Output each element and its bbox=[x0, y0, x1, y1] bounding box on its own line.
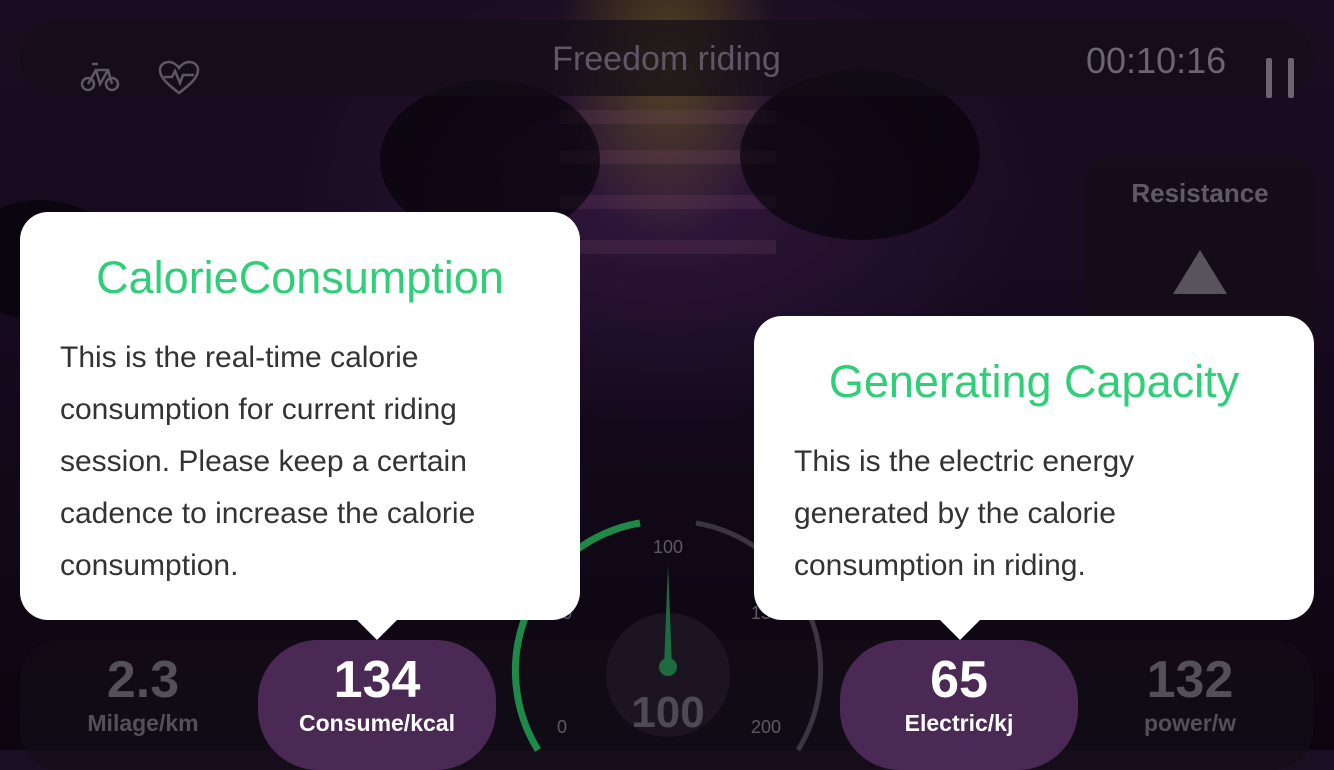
stat-consume[interactable]: 134 Consume/kcal bbox=[258, 640, 496, 770]
stat-electric[interactable]: 65 Electric/kj bbox=[840, 640, 1078, 770]
calorie-tooltip-line: consumption for current riding bbox=[60, 393, 457, 426]
resistance-label: Resistance bbox=[1131, 178, 1269, 208]
milage-value: 2.3 bbox=[106, 651, 180, 709]
pause-icon[interactable] bbox=[1264, 58, 1296, 98]
calorie-tooltip[interactable]: CalorieConsumption This is the real-time… bbox=[20, 212, 580, 640]
arrow-up-icon[interactable] bbox=[1173, 250, 1227, 294]
gauge-value: 100 bbox=[631, 688, 704, 737]
gauge-tick-0: 0 bbox=[557, 717, 567, 737]
stat-milage: 2.3 Milage/km bbox=[60, 652, 226, 737]
generating-tooltip-body: This is the electric energy generated by… bbox=[754, 408, 1314, 592]
top-bar: Freedom riding 00:10:16 bbox=[20, 20, 1313, 98]
generating-tooltip-pointer bbox=[940, 620, 980, 640]
calorie-tooltip-title: CalorieConsumption bbox=[96, 252, 504, 303]
generating-tooltip-line: generated by the calorie bbox=[794, 497, 1116, 530]
calorie-tooltip-line: cadence to increase the calorie bbox=[60, 497, 476, 530]
gauge-tick-100: 100 bbox=[653, 537, 683, 557]
generating-tooltip-title: Generating Capacity bbox=[828, 356, 1240, 407]
power-label: power/w bbox=[1143, 710, 1236, 736]
gauge-tick-200: 200 bbox=[751, 717, 781, 737]
generating-tooltip-line: This is the electric energy bbox=[794, 445, 1135, 478]
electric-value: 65 bbox=[930, 651, 988, 709]
calorie-tooltip-body: This is the real-time calorie consumptio… bbox=[20, 304, 580, 592]
calorie-tooltip-line: session. Please keep a certain bbox=[60, 445, 467, 478]
generating-tooltip-line: consumption in riding. bbox=[794, 549, 1086, 582]
calorie-tooltip-pointer bbox=[357, 620, 397, 640]
milage-label: Milage/km bbox=[87, 710, 199, 736]
stat-power: 132 power/w bbox=[1110, 652, 1270, 737]
ride-timer: 00:10:16 bbox=[1086, 40, 1227, 81]
consume-value: 134 bbox=[333, 651, 421, 709]
power-value: 132 bbox=[1146, 651, 1234, 709]
generating-tooltip[interactable]: Generating Capacity This is the electric… bbox=[754, 316, 1314, 640]
consume-label: Consume/kcal bbox=[299, 710, 455, 736]
electric-label: Electric/kj bbox=[904, 710, 1014, 736]
calorie-tooltip-line: This is the real-time calorie bbox=[60, 341, 419, 374]
calorie-tooltip-line: consumption. bbox=[60, 549, 239, 582]
gauge-needle-pivot bbox=[659, 658, 677, 676]
